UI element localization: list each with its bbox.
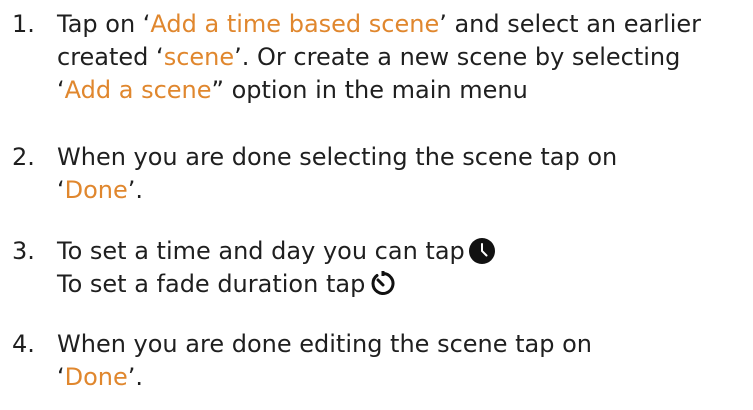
text-line: ‘Done’. [57, 174, 617, 207]
text-run: Tap on ‘ [57, 10, 151, 38]
clock-icon[interactable] [468, 238, 495, 273]
step-number: 4. [12, 330, 35, 358]
step-number: 3. [12, 237, 35, 265]
text-run: To set a fade duration tap [57, 270, 366, 298]
highlighted-term: Add a scene [64, 76, 212, 104]
timer-icon[interactable] [369, 269, 397, 306]
text-run: ’. [127, 363, 144, 391]
highlighted-term: Done [64, 176, 128, 204]
text-run: created ‘ [57, 43, 164, 71]
text-run: ’ and select an earlier [439, 10, 702, 38]
text-run: ‘ [57, 76, 65, 104]
text-run: When you are done editing the scene tap … [57, 330, 593, 358]
highlighted-term: Done [64, 363, 128, 391]
text-run: ’. [127, 176, 144, 204]
text-run: ‘ [57, 363, 65, 391]
text-run: When you are done selecting the scene ta… [57, 143, 618, 171]
step-text: To set a time and day you can tap To set… [57, 235, 495, 301]
step-text: When you are done selecting the scene ta… [57, 141, 617, 207]
step-text: When you are done editing the scene tap … [57, 328, 592, 394]
text-line: When you are done selecting the scene ta… [57, 141, 617, 174]
text-run: ‘ [57, 176, 65, 204]
step-number: 1. [12, 10, 35, 38]
highlighted-term: Add a time based scene [150, 10, 440, 38]
text-line: created ‘scene’. Or create a new scene b… [57, 41, 701, 74]
step-number: 2. [12, 143, 35, 171]
text-line: ‘Add a scene” option in the main menu [57, 74, 701, 107]
text-line: Tap on ‘Add a time based scene’ and sele… [57, 8, 701, 41]
text-run: ” option in the main menu [211, 76, 528, 104]
instruction-steps: 1. Tap on ‘Add a time based scene’ and s… [0, 0, 753, 410]
text-line: ‘Done’. [57, 361, 592, 394]
step-text: Tap on ‘Add a time based scene’ and sele… [57, 8, 701, 107]
highlighted-term: scene [163, 43, 235, 71]
text-line: To set a fade duration tap [57, 268, 495, 301]
text-run: ’. Or create a new scene by selecting [234, 43, 681, 71]
text-line: When you are done editing the scene tap … [57, 328, 592, 361]
text-line: To set a time and day you can tap [57, 235, 495, 268]
text-run: To set a time and day you can tap [57, 237, 465, 265]
